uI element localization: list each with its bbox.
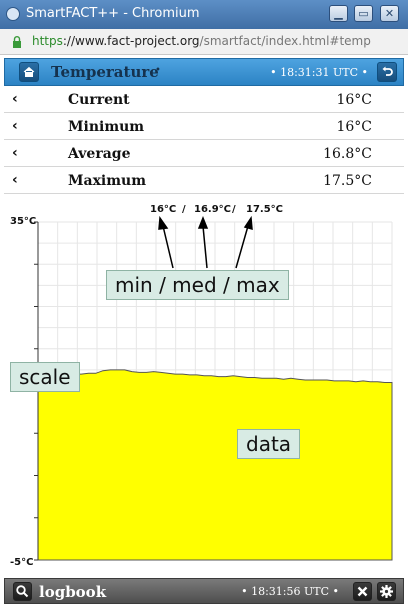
header-timestamp: • 18:31:31 UTC • [270, 66, 368, 79]
chevron-left-icon: ‹ [12, 145, 18, 161]
stat-row-average[interactable]: ‹ Average 16.8°C [4, 140, 404, 167]
stat-label: Maximum [68, 173, 147, 189]
logbook-footer: logbook • 18:31:56 UTC • [4, 578, 404, 604]
y-max-label: 35°C [10, 216, 36, 227]
page-header: Temperature • • 18:31:31 UTC • [4, 58, 404, 86]
stat-label: Minimum [68, 119, 145, 135]
maximize-button[interactable]: ▭ [354, 5, 373, 22]
title-marker: • [155, 65, 161, 76]
temperature-area [37, 369, 393, 561]
y-min-label: -5°C [10, 557, 33, 568]
back-icon [382, 66, 393, 76]
url-text[interactable]: https://www.fact-project.org/smartfact/i… [32, 34, 371, 48]
scale-callout: scale [10, 362, 80, 392]
chromium-icon [6, 7, 20, 21]
page-title: Temperature [51, 63, 159, 81]
stat-value: 17.5°C [323, 173, 372, 189]
url-host: ://www.fact-project.org [62, 34, 200, 48]
url-scheme: https [32, 34, 63, 48]
search-button[interactable] [13, 582, 32, 601]
stat-label: Current [68, 92, 130, 108]
gear-icon [380, 585, 393, 598]
stat-value: 16.8°C [323, 146, 372, 162]
top-separator: / [182, 204, 186, 215]
settings-button[interactable] [377, 582, 396, 601]
top-max-value: 17.5°C [246, 204, 283, 215]
url-path: /smartfact/index.html#temp [199, 34, 371, 48]
chevron-left-icon: ‹ [12, 172, 18, 188]
data-callout: data [237, 429, 301, 459]
top-med-value: 16.9°C [194, 204, 231, 215]
footer-title: logbook [39, 583, 107, 601]
close-icon [357, 586, 368, 597]
browser-titlebar: SmartFACT++ - Chromium ▁ ▭ ✕ [0, 0, 408, 29]
address-bar[interactable]: https://www.fact-project.org/smartfact/i… [0, 29, 408, 55]
temperature-stats: ‹ Current 16°C ‹ Minimum 16°C ‹ Average … [4, 86, 404, 194]
search-icon [16, 585, 29, 598]
stat-value: 16°C [336, 92, 372, 108]
stat-row-minimum[interactable]: ‹ Minimum 16°C [4, 113, 404, 140]
chevron-left-icon: ‹ [12, 91, 18, 107]
stat-value: 16°C [336, 119, 372, 135]
back-button[interactable] [377, 62, 397, 82]
stat-row-current[interactable]: ‹ Current 16°C [4, 86, 404, 113]
min-med-max-callout: min / med / max [106, 270, 289, 300]
home-icon [23, 66, 35, 77]
close-window-button[interactable]: ✕ [380, 5, 399, 22]
chevron-left-icon: ‹ [12, 118, 18, 134]
stat-row-maximum[interactable]: ‹ Maximum 17.5°C [4, 167, 404, 194]
window-title: SmartFACT++ - Chromium [26, 6, 200, 21]
top-separator: / [232, 204, 236, 215]
footer-timestamp: • 18:31:56 UTC • [241, 585, 339, 598]
stat-label: Average [68, 146, 131, 162]
minimize-button[interactable]: ▁ [329, 5, 348, 22]
close-button[interactable] [353, 582, 372, 601]
home-button[interactable] [19, 62, 39, 82]
temperature-chart: 35°C -5°C 16°C / 16.9°C / 17.5°C min / m… [0, 200, 408, 575]
top-min-value: 16°C [150, 204, 176, 215]
lock-icon [13, 36, 21, 48]
